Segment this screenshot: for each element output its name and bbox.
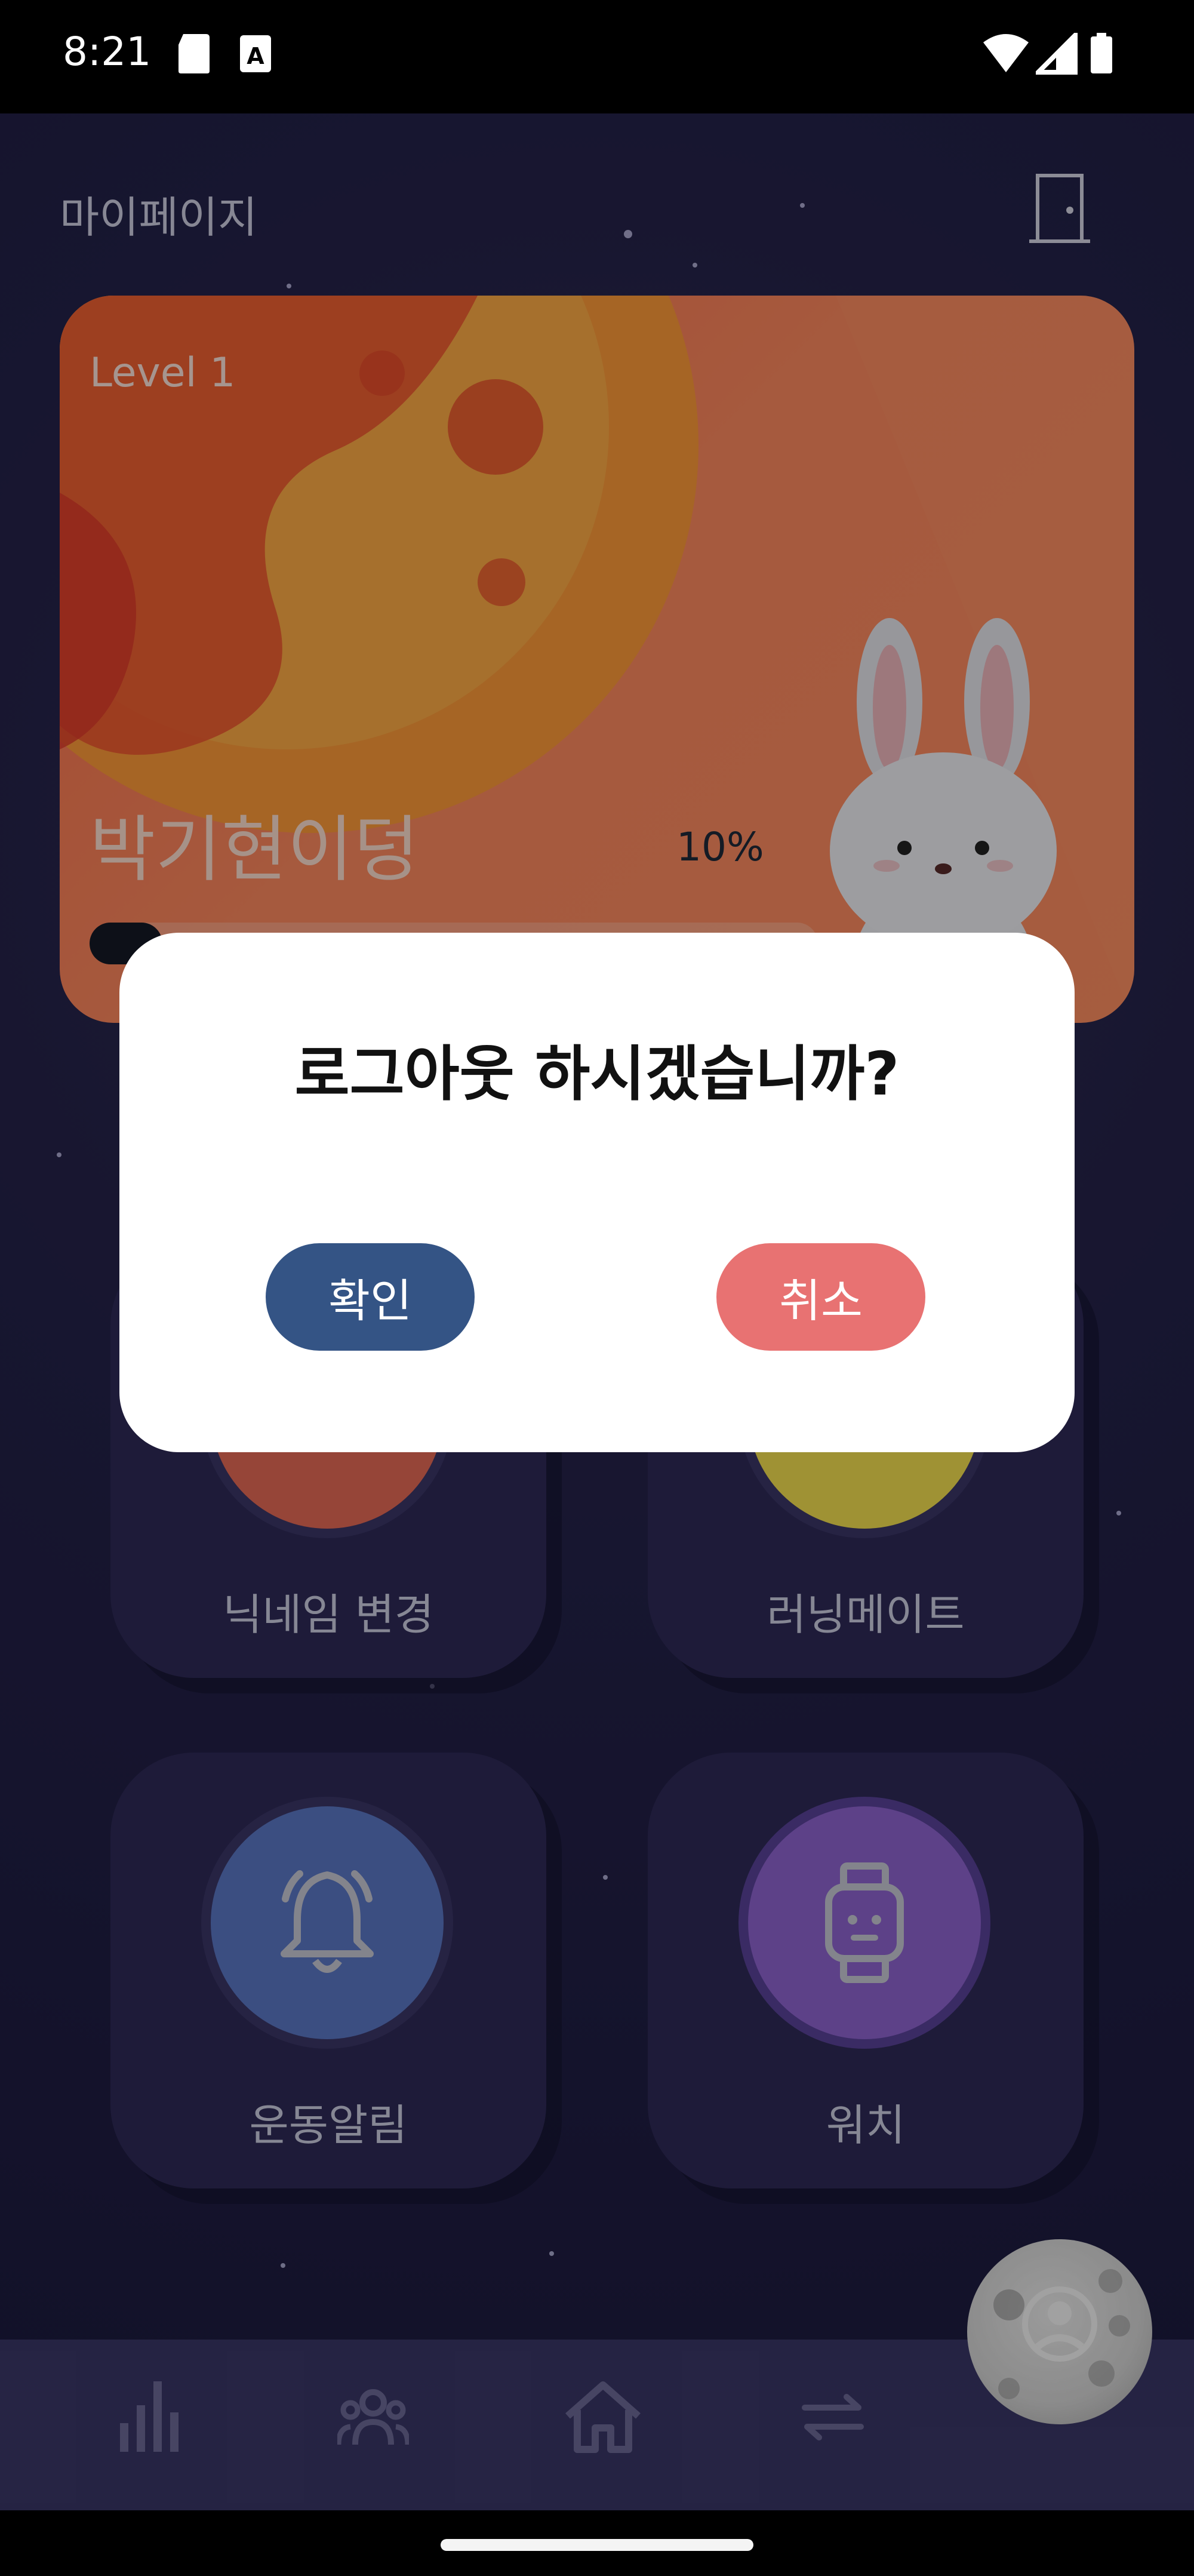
wifi-icon (983, 34, 1029, 72)
svg-text:A: A (247, 43, 264, 69)
status-time: 8:21 (63, 29, 152, 75)
sd-card-icon (179, 34, 210, 73)
home-gesture-handle[interactable] (441, 2539, 753, 2551)
signal-icon (1036, 33, 1078, 75)
dialog-title: 로그아웃 하시겠습니까? (294, 1039, 900, 1109)
status-bar: 8:21 A (0, 0, 1194, 113)
confirm-button[interactable]: 확인 (266, 1243, 475, 1351)
battery-icon (1091, 33, 1112, 73)
gesture-nav-bar (0, 2510, 1194, 2576)
app-screen: 마이페이지 Level 1 박기현이덩 10% 닉네임 변경 러닝메이트 운동알… (0, 113, 1194, 2510)
keyboard-a-icon: A (240, 35, 271, 72)
cancel-button[interactable]: 취소 (716, 1243, 925, 1351)
logout-dialog: 로그아웃 하시겠습니까? 확인 취소 (119, 933, 1075, 1452)
